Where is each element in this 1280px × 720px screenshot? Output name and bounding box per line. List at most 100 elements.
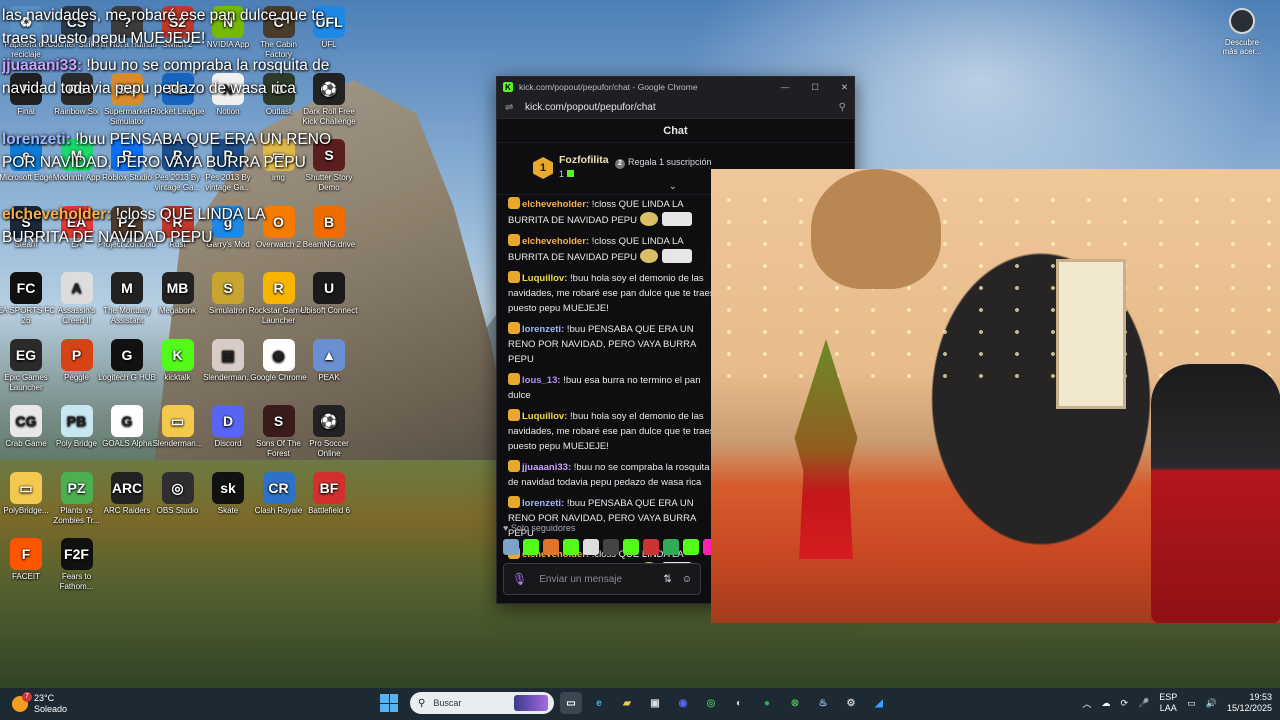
microphone-icon[interactable]: 🎙 xyxy=(512,572,527,586)
site-info-icon[interactable]: ⇌ xyxy=(505,102,515,113)
address-bar[interactable]: ⇌ kick.com/popout/pepufor/chat ⚲ xyxy=(497,97,854,119)
file-explorer-icon[interactable]: ▰ xyxy=(616,692,638,714)
desktop-icon[interactable]: F2F Fears to Fathom... xyxy=(47,538,107,592)
chat-message[interactable]: jjuaaani33: !buu no se compraba la rosqu… xyxy=(508,460,718,490)
zoom-icon[interactable]: ⚲ xyxy=(839,102,846,113)
xbox-icon[interactable]: ⊗ xyxy=(784,692,806,714)
emote[interactable] xyxy=(663,539,679,555)
app-icon: F xyxy=(10,538,42,570)
subscriber-badge-icon xyxy=(508,197,520,209)
app-icon: ▤ xyxy=(212,338,244,371)
app-icon: P xyxy=(60,338,93,371)
chat-input[interactable]: 🎙 Enviar un mensaje ⇅ ☺ xyxy=(503,563,701,595)
chevron-down-icon[interactable]: ⌄ xyxy=(669,181,677,192)
app-icon: ◉ xyxy=(262,338,295,371)
cloud-icon[interactable]: ☁ xyxy=(1101,698,1110,709)
subscriber-badge-icon xyxy=(508,234,520,246)
store-icon[interactable]: ▣ xyxy=(644,692,666,714)
emote[interactable] xyxy=(523,539,539,555)
app-icon: A xyxy=(60,272,93,304)
emote[interactable] xyxy=(583,539,599,555)
emoji-icon[interactable]: ☺ xyxy=(682,574,692,585)
window-titlebar[interactable]: K kick.com/popout/pepufor/chat - Google … xyxy=(497,77,854,97)
emote[interactable] xyxy=(543,539,559,555)
windows-start-icon[interactable] xyxy=(380,694,398,712)
chevron-up-icon[interactable]: ︿ xyxy=(1082,697,1091,710)
taskbar-search[interactable]: ⚲ Buscar xyxy=(410,692,554,714)
weather-widget[interactable]: 7 23°C Soleado xyxy=(12,692,67,715)
emote[interactable] xyxy=(603,539,619,555)
chat-username[interactable]: elcheveholder: xyxy=(522,236,589,247)
edge-icon[interactable]: e xyxy=(588,692,610,714)
sync-icon[interactable]: ⟳ xyxy=(1120,698,1128,709)
mic-icon[interactable]: 🎤 xyxy=(1138,698,1149,709)
chat-input-placeholder[interactable]: Enviar un mensaje xyxy=(539,574,622,585)
emote[interactable] xyxy=(503,539,519,555)
app-icon: EG xyxy=(10,338,42,371)
subscriber-badge-icon xyxy=(508,409,520,421)
display-icon[interactable]: ▭ xyxy=(1187,698,1196,709)
pinned-username[interactable]: Fozfofilita xyxy=(559,154,609,166)
app-icon: sk xyxy=(212,471,244,504)
overlay-user: lorenzeti: xyxy=(2,131,71,148)
chat-message[interactable]: lous_13: !buu esa burra no termino el pa… xyxy=(508,373,718,403)
app-icon: FC xyxy=(10,272,42,304)
chat-message[interactable]: Luquillov: !buu hola soy el demonio de l… xyxy=(508,409,718,454)
task-view-icon[interactable]: ▭ xyxy=(560,692,582,714)
app-icon: ARC xyxy=(111,471,143,504)
chat-message[interactable]: elcheveholder: !closs QUE LINDA LA BURRI… xyxy=(508,197,718,228)
minimize-icon[interactable]: — xyxy=(781,82,790,93)
chat-username[interactable]: Luquillov: xyxy=(522,411,567,422)
translate-icon[interactable]: ⇅ xyxy=(663,574,671,585)
volume-icon[interactable]: 🔊 xyxy=(1206,698,1217,709)
chat-username[interactable]: lorenzeti: xyxy=(522,498,564,509)
chat-message[interactable]: Luquillov: !buu hola soy el demonio de l… xyxy=(508,271,718,316)
desktop-icon-label: PEAK xyxy=(318,372,340,382)
app-icon: ▭ xyxy=(10,471,42,504)
close-icon[interactable]: ✕ xyxy=(841,82,848,93)
chat-message[interactable]: elcheveholder: !closs QUE LINDA LA BURRI… xyxy=(508,234,718,265)
taskbar-apps: ⚲ Buscar ▭ e ▰ ▣ ◉ ◎ ◐ ● ⊗ ♨ ⚙ ◢ xyxy=(380,692,890,714)
desktop-icon[interactable]: ⚽ Pro Soccer Online xyxy=(299,405,359,459)
url-text[interactable]: kick.com/popout/pepufor/chat xyxy=(525,102,656,113)
app-icon: ◎ xyxy=(161,471,194,504)
input-language[interactable]: ESP LAA xyxy=(1159,692,1177,714)
search-icon: ⚲ xyxy=(418,697,426,709)
sun-icon: 7 xyxy=(12,692,32,712)
maximize-icon[interactable]: ☐ xyxy=(811,82,819,93)
emote xyxy=(661,212,692,226)
emote[interactable] xyxy=(683,539,699,555)
clock[interactable]: 19:53 15/12/2025 xyxy=(1227,692,1272,714)
emote[interactable] xyxy=(563,539,579,555)
settings-gear-icon[interactable]: ⚙ xyxy=(840,692,862,714)
gift-subscription[interactable]: 2 Regala 1 suscripción xyxy=(615,157,712,169)
chat-message[interactable]: lorenzeti: !buu PENSABA QUE ERA UN RENO … xyxy=(508,322,718,367)
app-icon: G xyxy=(111,338,143,371)
chat-username[interactable]: lorenzeti: xyxy=(522,324,564,335)
app-icon: R xyxy=(262,272,295,304)
emote xyxy=(661,249,692,263)
desktop-icon[interactable]: U Ubisoft Connect xyxy=(299,272,359,316)
steam-icon[interactable]: ♨ xyxy=(812,692,834,714)
chat-username[interactable]: elcheveholder: xyxy=(522,199,589,210)
chat-username[interactable]: Luquillov: xyxy=(522,273,567,284)
chat-title: Chat xyxy=(497,119,854,143)
obs-icon[interactable]: ◐ xyxy=(728,692,750,714)
emote[interactable] xyxy=(623,539,639,555)
emote-bar[interactable] xyxy=(503,539,719,555)
app-icon: K xyxy=(161,338,194,371)
kicktalk-icon[interactable]: ◢ xyxy=(868,692,890,714)
desktop-icon[interactable]: BF Battlefield 6 xyxy=(299,471,359,516)
gift-icon: 2 xyxy=(615,159,625,169)
chat-username[interactable]: jjuaaani33: xyxy=(522,462,571,473)
desktop-icon[interactable]: ▲ PEAK xyxy=(299,338,359,383)
chrome-icon[interactable]: ◎ xyxy=(700,692,722,714)
discover-tile[interactable]: Descubre más acer... xyxy=(1218,8,1266,56)
chat-message[interactable]: lorenzeti: !buu PENSABA QUE ERA UN RENO … xyxy=(508,496,718,541)
chat-username[interactable]: lous_13: xyxy=(522,375,561,386)
spotify-icon[interactable]: ● xyxy=(756,692,778,714)
overlay-user: jjuaaani33: xyxy=(2,57,83,74)
emote[interactable] xyxy=(643,539,659,555)
subscriber-badge-icon xyxy=(508,373,520,385)
discord-icon[interactable]: ◉ xyxy=(672,692,694,714)
